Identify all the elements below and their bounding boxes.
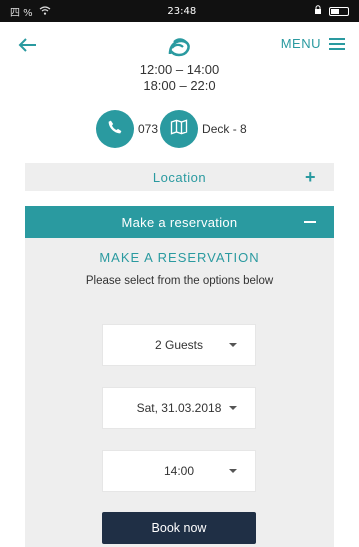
brand-logo-icon bbox=[163, 32, 193, 62]
hours-line-2: 18:00 – 22:0 bbox=[143, 78, 216, 93]
back-arrow-icon[interactable] bbox=[16, 36, 40, 54]
deck-location: Deck - 8 bbox=[202, 122, 247, 136]
chevron-down-icon bbox=[229, 343, 237, 347]
reservation-accordion[interactable]: Make a reservation bbox=[25, 206, 334, 238]
hours-line-1: 12:00 – 14:00 bbox=[139, 62, 220, 77]
chevron-down-icon bbox=[229, 469, 237, 473]
location-accordion[interactable]: Location + bbox=[25, 163, 334, 191]
guests-value: 2 Guests bbox=[154, 338, 204, 352]
book-now-button[interactable]: Book now bbox=[102, 512, 256, 544]
orientation-lock-icon bbox=[313, 4, 323, 18]
menu-label: MENU bbox=[280, 36, 321, 51]
chevron-down-icon bbox=[229, 406, 237, 410]
guests-select[interactable]: 2 Guests bbox=[102, 324, 256, 366]
status-left: 四 % bbox=[10, 4, 51, 19]
location-label: Location bbox=[152, 169, 207, 185]
opening-hours: 12:00 – 14:00 18:00 – 22:0 bbox=[0, 62, 359, 94]
time-select[interactable]: 14:00 bbox=[102, 450, 256, 492]
map-button[interactable] bbox=[160, 110, 199, 148]
phone-button[interactable] bbox=[96, 110, 134, 148]
phone-icon bbox=[106, 118, 124, 141]
date-select[interactable]: Sat, 31.03.2018 bbox=[102, 387, 256, 429]
carrier-text: 四 % bbox=[10, 7, 33, 19]
reservation-title: MAKE A RESERVATION bbox=[99, 250, 260, 265]
reservation-panel: Make a reservation MAKE A RESERVATION Pl… bbox=[25, 206, 334, 547]
wifi-icon bbox=[39, 6, 51, 16]
expand-plus-icon[interactable]: + bbox=[305, 167, 316, 188]
time-value: 14:00 bbox=[163, 464, 195, 478]
status-time: 23:48 bbox=[167, 5, 197, 17]
date-value: Sat, 31.03.2018 bbox=[136, 401, 222, 415]
battery-icon bbox=[328, 6, 349, 16]
map-icon bbox=[169, 117, 189, 142]
book-now-label: Book now bbox=[151, 521, 207, 535]
status-bar: 四 % 23:48 bbox=[0, 0, 359, 22]
status-right bbox=[313, 4, 349, 18]
hamburger-icon bbox=[329, 37, 345, 50]
phone-number[interactable]: 073 bbox=[138, 122, 158, 136]
contact-row: 073 Deck - 8 bbox=[96, 110, 249, 148]
reservation-subtitle: Please select from the options below bbox=[85, 275, 274, 287]
menu-button[interactable]: MENU bbox=[281, 36, 345, 51]
collapse-minus-icon[interactable] bbox=[304, 221, 316, 223]
reservation-bar-label: Make a reservation bbox=[121, 214, 238, 230]
